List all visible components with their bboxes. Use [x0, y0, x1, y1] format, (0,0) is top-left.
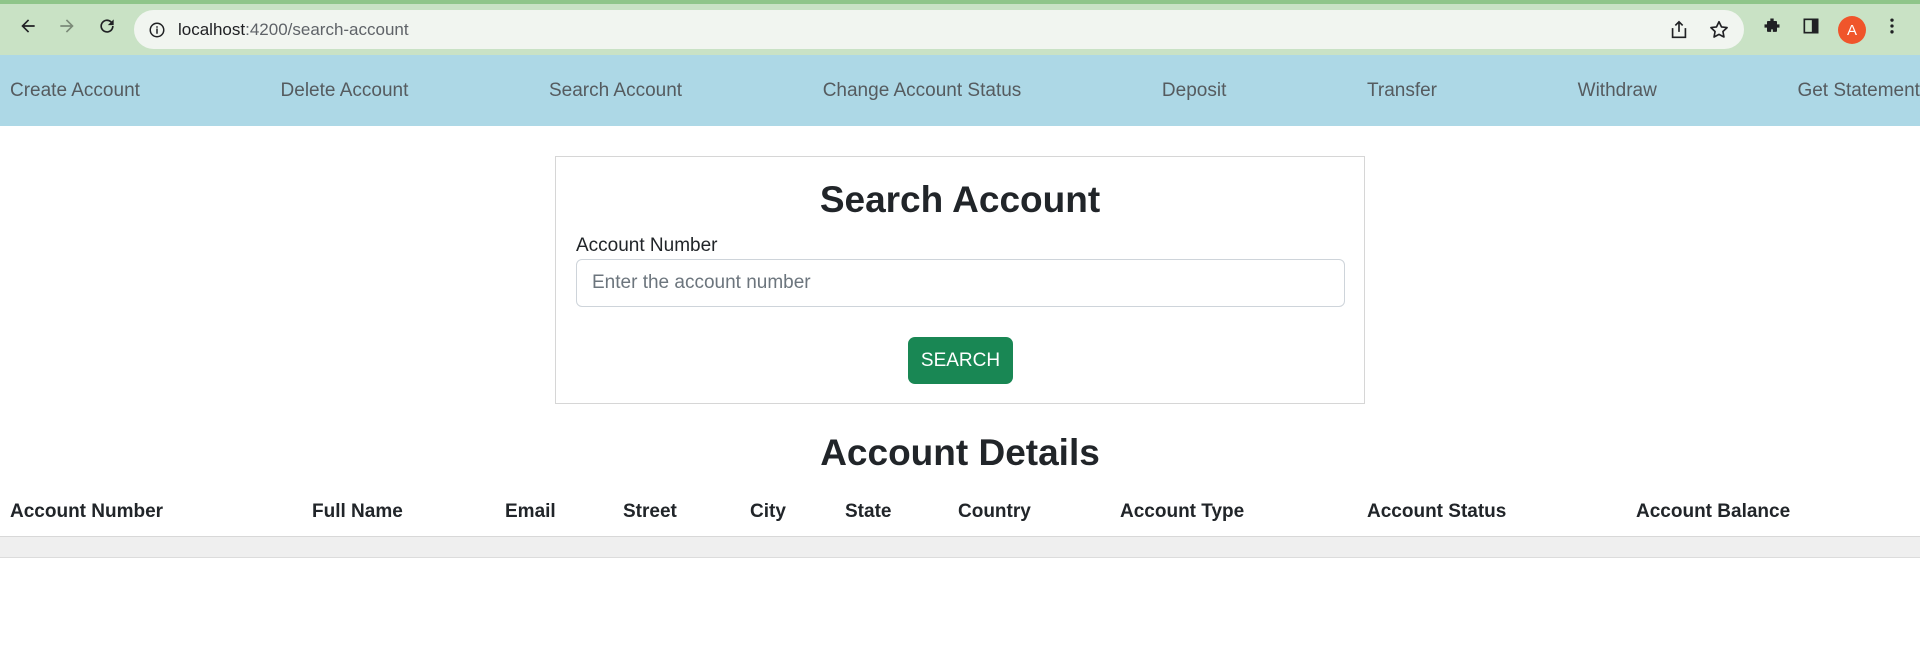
- side-panel-icon[interactable]: [1799, 14, 1823, 38]
- address-bar[interactable]: localhost:4200/search-account: [134, 10, 1744, 49]
- kebab-menu-icon[interactable]: [1880, 14, 1904, 38]
- account-number-input[interactable]: [576, 259, 1345, 307]
- nav-search-account[interactable]: Search Account: [549, 80, 682, 102]
- column-header: Street: [623, 501, 677, 522]
- nav-get-statement[interactable]: Get Statement: [1797, 80, 1920, 102]
- column-header: Full Name: [312, 501, 403, 522]
- nav-create-account[interactable]: Create Account: [10, 80, 140, 102]
- search-card-title: Search Account: [819, 179, 1101, 220]
- account-number-label: Account Number: [576, 235, 718, 256]
- url-path: :4200/search-account: [245, 19, 409, 39]
- table-row: [0, 537, 1920, 558]
- reload-icon[interactable]: [95, 14, 119, 38]
- extensions-icon[interactable]: [1760, 14, 1784, 38]
- search-button[interactable]: SEARCH: [908, 337, 1013, 384]
- account-details-table-header: Account Number Full Name Email Street Ci…: [0, 497, 1920, 537]
- nav-change-account-status[interactable]: Change Account Status: [823, 80, 1022, 102]
- column-header: Country: [958, 501, 1031, 522]
- nav-delete-account[interactable]: Delete Account: [281, 80, 409, 102]
- tab-strip-edge: [0, 0, 1920, 4]
- browser-toolbar: localhost:4200/search-account A: [0, 0, 1920, 55]
- column-header: State: [845, 501, 892, 522]
- profile-avatar[interactable]: A: [1838, 16, 1866, 44]
- nav-withdraw[interactable]: Withdraw: [1578, 80, 1657, 102]
- app-nav-bar: Create Account Delete Account Search Acc…: [0, 55, 1920, 126]
- share-icon[interactable]: [1668, 19, 1690, 41]
- back-icon[interactable]: [16, 14, 40, 38]
- column-header: Account Number: [10, 501, 164, 522]
- url-text[interactable]: localhost:4200/search-account: [178, 20, 409, 40]
- site-info-icon[interactable]: [148, 21, 166, 39]
- column-header: City: [750, 501, 786, 522]
- url-host: localhost: [178, 19, 246, 39]
- column-header: Email: [505, 501, 556, 522]
- forward-icon[interactable]: [55, 14, 79, 38]
- column-header: Account Balance: [1636, 501, 1791, 522]
- search-account-card: Search Account Account Number SEARCH: [555, 156, 1365, 404]
- account-details-title: Account Details: [820, 432, 1100, 473]
- nav-deposit[interactable]: Deposit: [1162, 80, 1226, 102]
- column-header: Account Status: [1367, 501, 1507, 522]
- column-header: Account Type: [1120, 501, 1245, 522]
- bookmark-star-icon[interactable]: [1708, 19, 1730, 41]
- nav-transfer[interactable]: Transfer: [1367, 80, 1437, 102]
